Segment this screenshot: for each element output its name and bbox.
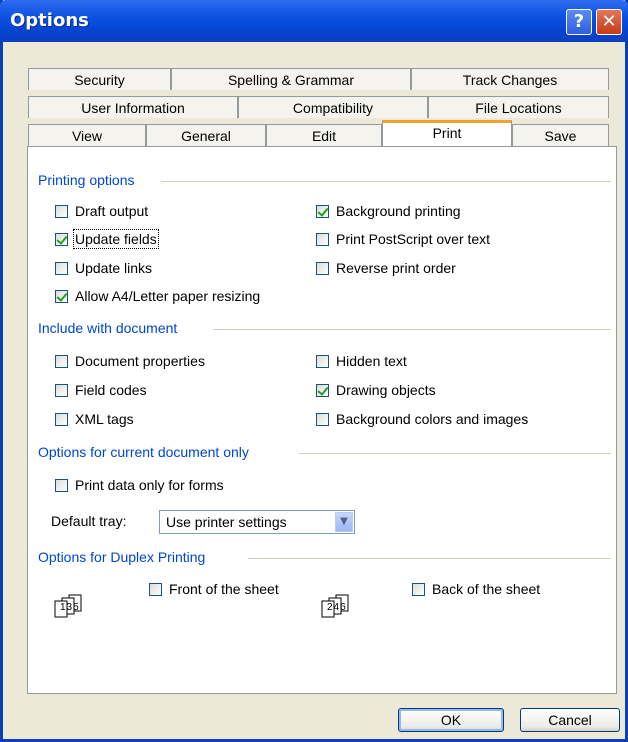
tab-view[interactable]: View [28,124,146,146]
checkbox-box[interactable] [55,478,68,492]
tab-compatibility[interactable]: Compatibility [238,96,428,118]
draft-output-label: Draft output [75,203,149,219]
back-duplex-icon: 246 [320,594,356,620]
ok-button[interactable]: OK [398,708,504,732]
window-title: Options [10,10,89,31]
checkbox-box[interactable] [316,261,329,275]
back-of-sheet-label: Back of the sheet [432,581,541,597]
tab-print[interactable]: Print [382,120,512,146]
default-tray-label: Default tray: [51,513,127,529]
hidden-text-label: Hidden text [336,353,407,369]
field-codes-checkbox[interactable]: Field codes [55,382,147,398]
allow-resize-label: Allow A4/Letter paper resizing [75,288,261,304]
front-duplex-icon: 135 [53,594,89,620]
back-of-sheet-checkbox[interactable]: Back of the sheet [412,581,540,597]
checkbox-box[interactable] [55,412,68,426]
front-of-sheet-label: Front of the sheet [169,581,279,597]
tab-file-locations[interactable]: File Locations [428,96,609,118]
close-button[interactable]: ✕ [596,9,622,35]
document-properties-checkbox[interactable]: Document properties [55,353,205,369]
default-tray-value: Use printer settings [166,514,287,530]
xml-tags-label: XML tags [75,411,134,427]
title-bar[interactable]: Options ? ✕ [0,0,628,42]
back-pages-text: 246 [327,602,347,613]
hidden-text-checkbox[interactable]: Hidden text [316,353,407,369]
checkbox-box[interactable] [316,354,329,368]
cancel-button[interactable]: Cancel [520,708,620,732]
update-links-label: Update links [75,260,153,276]
print-data-only-label: Print data only for forms [75,477,224,493]
checkbox-box[interactable] [55,232,68,246]
allow-resize-checkbox[interactable]: Allow A4/Letter paper resizing [55,288,260,304]
tab-security[interactable]: Security [28,68,171,90]
divider [248,558,611,559]
tab-general[interactable]: General [146,124,266,146]
default-tray-select[interactable]: Use printer settings ▼ [159,510,355,534]
document-properties-label: Document properties [75,353,205,369]
xml-tags-checkbox[interactable]: XML tags [55,411,134,427]
background-printing-checkbox[interactable]: Background printing [316,203,461,219]
tab-spelling-grammar[interactable]: Spelling & Grammar [171,68,411,90]
checkbox-box[interactable] [55,261,68,275]
draft-output-checkbox[interactable]: Draft output [55,203,148,219]
update-links-checkbox[interactable]: Update links [55,260,152,276]
front-pages-text: 135 [60,602,80,613]
update-fields-checkbox[interactable]: Update fields [55,229,159,249]
front-of-sheet-checkbox[interactable]: Front of the sheet [149,581,279,597]
tab-save[interactable]: Save [512,124,609,146]
current-document-heading: Options for current document only [38,444,249,460]
checkbox-box[interactable] [316,412,329,426]
include-with-document-heading: Include with document [38,320,178,336]
tab-user-information[interactable]: User Information [28,96,238,118]
tab-track-changes[interactable]: Track Changes [411,68,609,90]
chevron-down-icon[interactable]: ▼ [335,512,353,532]
checkbox-box[interactable] [316,204,329,218]
options-dialog: Options ? ✕ Security Spelling & Grammar … [0,0,628,742]
checkbox-box[interactable] [55,383,68,397]
drawing-objects-checkbox[interactable]: Drawing objects [316,382,436,398]
tab-edit[interactable]: Edit [266,124,382,146]
checkbox-box[interactable] [316,383,329,397]
reverse-order-label: Reverse print order [336,260,456,276]
checkbox-box[interactable] [55,354,68,368]
checkbox-box[interactable] [412,582,425,596]
duplex-heading: Options for Duplex Printing [38,549,206,565]
checkbox-box[interactable] [55,289,68,303]
checkbox-box[interactable] [55,204,68,218]
postscript-over-text-checkbox[interactable]: Print PostScript over text [316,231,490,247]
printing-options-heading: Printing options [38,172,135,188]
field-codes-label: Field codes [75,382,147,398]
background-colors-label: Background colors and images [336,411,529,427]
divider [213,329,611,330]
reverse-order-checkbox[interactable]: Reverse print order [316,260,456,276]
checkbox-box[interactable] [149,582,162,596]
divider [161,181,611,182]
checkbox-box[interactable] [316,232,329,246]
print-data-only-checkbox[interactable]: Print data only for forms [55,477,224,493]
help-button[interactable]: ? [566,9,592,35]
background-printing-label: Background printing [336,203,461,219]
update-fields-label: Update fields [73,229,159,249]
divider [299,453,611,454]
drawing-objects-label: Drawing objects [336,382,436,398]
postscript-over-text-label: Print PostScript over text [336,231,491,247]
background-colors-checkbox[interactable]: Background colors and images [316,411,528,427]
